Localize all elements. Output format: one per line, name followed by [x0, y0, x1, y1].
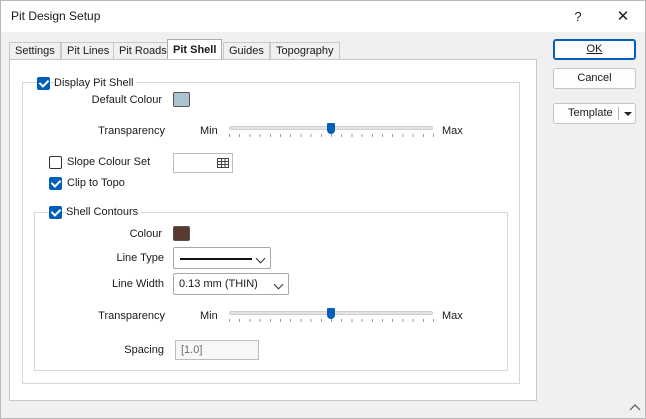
- title-bar: Pit Design Setup ? ✕: [1, 1, 645, 32]
- resize-grip-icon[interactable]: [629, 402, 641, 412]
- default-colour-swatch[interactable]: [173, 92, 190, 107]
- tab-settings[interactable]: Settings: [9, 42, 61, 60]
- close-icon[interactable]: ✕: [601, 1, 645, 32]
- contour-transparency-min-label: Min: [200, 310, 218, 322]
- contour-colour-label: Colour: [90, 228, 162, 240]
- window-title: Pit Design Setup: [11, 9, 101, 23]
- tab-topography[interactable]: Topography: [270, 42, 340, 60]
- slope-colour-set-label: Slope Colour Set: [67, 156, 151, 168]
- slope-colour-set-input[interactable]: [173, 153, 233, 173]
- pit-shell-panel: Display Pit Shell Default Colour Transpa…: [9, 59, 537, 401]
- template-button[interactable]: Template: [553, 103, 636, 124]
- display-pit-shell-label: Display Pit Shell: [54, 77, 137, 89]
- tab-pit-roads[interactable]: Pit Roads: [113, 42, 173, 60]
- contour-transparency-slider-ticks: [229, 319, 434, 322]
- transparency-slider-thumb[interactable]: [327, 123, 335, 134]
- line-type-preview: [180, 258, 252, 260]
- cancel-button[interactable]: Cancel: [553, 68, 636, 89]
- help-icon[interactable]: ?: [556, 1, 600, 32]
- contour-transparency-max-label: Max: [442, 310, 463, 322]
- transparency-label: Transparency: [70, 125, 165, 137]
- line-width-label: Line Width: [90, 278, 164, 290]
- tab-pit-lines[interactable]: Pit Lines: [61, 42, 116, 60]
- contour-colour-swatch[interactable]: [173, 226, 190, 241]
- line-width-select[interactable]: 0.13 mm (THIN): [173, 273, 289, 295]
- chevron-down-icon: [255, 253, 266, 264]
- transparency-slider-ticks: [229, 134, 434, 137]
- tab-pit-shell[interactable]: Pit Shell: [167, 39, 223, 60]
- cancel-button-label: Cancel: [577, 72, 612, 84]
- ok-button-label: OK: [586, 43, 603, 55]
- spacing-value: [1.0]: [181, 344, 203, 356]
- default-colour-label: Default Colour: [70, 94, 162, 106]
- chevron-down-icon: [273, 279, 284, 290]
- clip-to-topo-checkbox[interactable]: [49, 177, 62, 190]
- dropdown-arrow-icon[interactable]: [624, 112, 632, 116]
- line-width-value: 0.13 mm (THIN): [179, 278, 258, 290]
- table-icon[interactable]: [217, 158, 229, 168]
- clip-to-topo-label: Clip to Topo: [67, 177, 125, 189]
- tab-guides[interactable]: Guides: [223, 42, 270, 60]
- spacing-input[interactable]: [1.0]: [175, 340, 259, 360]
- line-type-label: Line Type: [90, 252, 164, 264]
- slope-colour-set-checkbox[interactable]: [49, 156, 62, 169]
- line-type-select[interactable]: [173, 247, 271, 269]
- ok-button[interactable]: OK: [553, 39, 636, 60]
- dialog-window: Pit Design Setup ? ✕ Settings Pit Lines …: [0, 0, 646, 419]
- template-button-label: Template: [568, 107, 613, 119]
- transparency-min-label: Min: [200, 125, 218, 137]
- shell-contours-checkbox[interactable]: [49, 206, 62, 219]
- template-split-separator: [618, 107, 619, 120]
- contour-transparency-label: Transparency: [70, 310, 165, 322]
- shell-contours-label: Shell Contours: [66, 206, 142, 218]
- display-pit-shell-checkbox[interactable]: [37, 77, 50, 90]
- spacing-label: Spacing: [90, 344, 164, 356]
- transparency-max-label: Max: [442, 125, 463, 137]
- contour-transparency-slider-thumb[interactable]: [327, 308, 335, 319]
